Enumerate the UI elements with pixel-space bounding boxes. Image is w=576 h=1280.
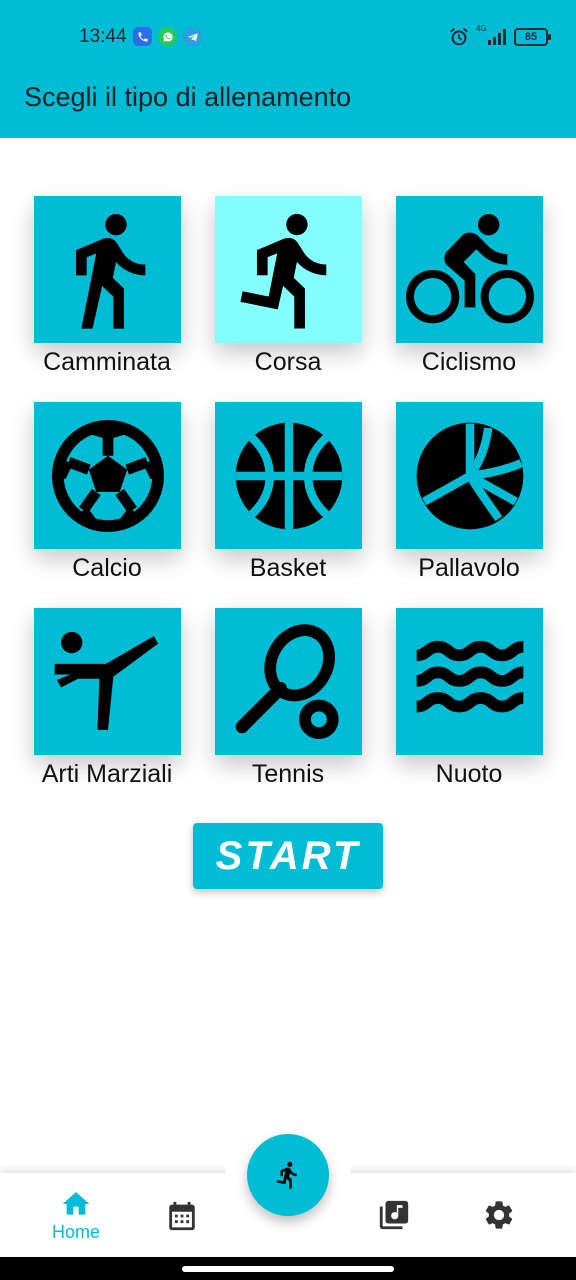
phone-app-icon bbox=[133, 27, 152, 46]
martial-arts-icon bbox=[54, 631, 158, 730]
tile-pallavolo[interactable] bbox=[396, 402, 543, 549]
tile-corsa[interactable] bbox=[215, 196, 362, 343]
settings-gear-icon bbox=[485, 1201, 513, 1229]
music-library-icon bbox=[379, 1200, 409, 1230]
tile-arti-marziali[interactable] bbox=[34, 608, 181, 755]
walking-icon bbox=[75, 213, 145, 329]
volleyball-icon bbox=[416, 422, 523, 529]
system-status-icons: 4G 85 bbox=[448, 24, 551, 48]
running-icon bbox=[276, 1161, 297, 1189]
start-button[interactable]: START bbox=[193, 823, 383, 889]
tile-label: Corsa bbox=[254, 348, 322, 376]
tile-label: Tennis bbox=[251, 760, 325, 788]
tile-label: Arti Marziali bbox=[41, 760, 173, 788]
soccer-ball-icon bbox=[51, 419, 164, 532]
app-header: 13:44 4G 85 Scegli il tipo di allenament… bbox=[0, 0, 576, 138]
tile-label: Camminata bbox=[43, 348, 171, 376]
tile-label: Ciclismo bbox=[421, 348, 517, 376]
nav-calendar[interactable] bbox=[165, 1199, 199, 1233]
tile-ciclismo[interactable] bbox=[396, 196, 543, 343]
tile-label: Pallavolo bbox=[418, 554, 520, 582]
whatsapp-icon bbox=[158, 27, 177, 46]
home-icon bbox=[62, 1192, 90, 1215]
tile-label: Nuoto bbox=[435, 760, 503, 788]
start-workout-fab[interactable] bbox=[247, 1134, 329, 1216]
swimming-icon bbox=[415, 640, 524, 712]
network-type: 4G bbox=[476, 24, 487, 33]
status-time: 13:44 bbox=[79, 26, 127, 47]
tile-nuoto[interactable] bbox=[396, 608, 543, 755]
tile-calcio[interactable] bbox=[34, 402, 181, 549]
tile-camminata[interactable] bbox=[34, 196, 181, 343]
alarm-icon bbox=[450, 27, 468, 46]
nav-home-label: Home bbox=[51, 1222, 100, 1242]
tennis-icon bbox=[235, 623, 339, 739]
signal-icon: 4G bbox=[476, 24, 508, 47]
running-icon bbox=[239, 213, 326, 329]
tile-label: Basket bbox=[249, 554, 327, 582]
tile-basket[interactable] bbox=[215, 402, 362, 549]
nav-settings[interactable] bbox=[482, 1198, 516, 1232]
home-indicator[interactable] bbox=[182, 1266, 394, 1272]
nav-music[interactable] bbox=[377, 1198, 411, 1232]
battery-indicator: 85 bbox=[514, 28, 551, 46]
nav-home[interactable]: Home bbox=[48, 1188, 104, 1243]
page-title: Scegli il tipo di allenamento bbox=[24, 82, 352, 112]
tile-tennis[interactable] bbox=[215, 608, 362, 755]
basketball-icon bbox=[235, 422, 342, 529]
cycling-icon bbox=[405, 213, 534, 323]
telegram-icon bbox=[183, 27, 202, 46]
calendar-icon bbox=[169, 1201, 195, 1231]
notification-icons bbox=[133, 27, 202, 46]
tile-label: Calcio bbox=[72, 554, 142, 582]
